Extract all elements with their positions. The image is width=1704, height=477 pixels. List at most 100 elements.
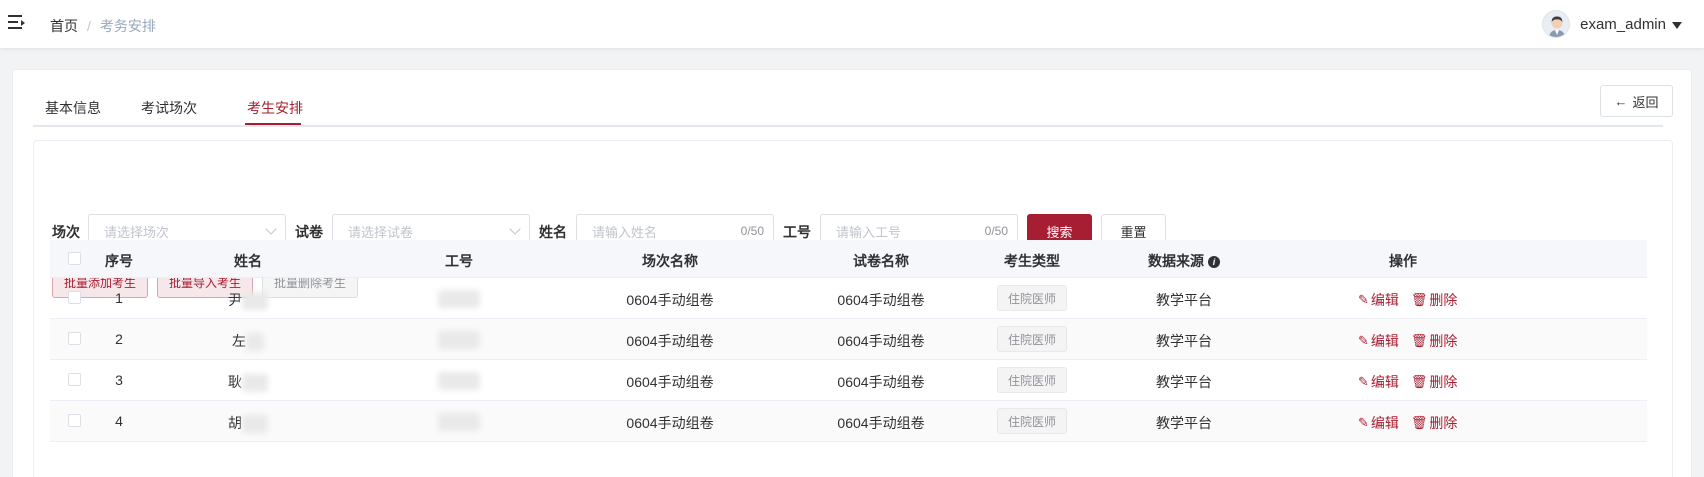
row-source: 教学平台 bbox=[1156, 292, 1212, 308]
row-session: 0604手动组卷 bbox=[626, 292, 714, 308]
redacted-staff-id bbox=[438, 331, 480, 350]
trash-icon: 🗑 bbox=[1410, 292, 1428, 307]
breadcrumb-home[interactable]: 首页 bbox=[50, 16, 78, 36]
row-type-tag: 住院医师 bbox=[996, 285, 1068, 311]
column-header-paper: 试卷名称 bbox=[853, 253, 909, 269]
edit-button[interactable]: ✎ 编辑 bbox=[1358, 413, 1399, 433]
edit-icon: ✎ bbox=[1358, 415, 1369, 430]
row-name-text: 胡 bbox=[228, 415, 242, 431]
delete-button[interactable]: 🗑 删除 bbox=[1411, 331, 1458, 351]
table-row: 2 左 0604手动组卷 0604手动组卷 住院医师 教学平台 ✎ 编辑 🗑 删除 bbox=[50, 319, 1647, 360]
paper-select-placeholder: 请选择试卷 bbox=[348, 224, 414, 240]
tab-exam-sessions[interactable]: 考试场次 bbox=[141, 98, 197, 118]
row-staff-id bbox=[438, 372, 480, 391]
staff-id-char-count: 0/50 bbox=[984, 224, 1008, 238]
row-actions: ✎ 编辑 🗑 删除 bbox=[1358, 331, 1457, 351]
row-paper: 0604手动组卷 bbox=[837, 292, 925, 308]
paper-filter-label: 试卷 bbox=[295, 224, 323, 240]
row-index: 2 bbox=[115, 331, 123, 347]
table-header: 序号 姓名 工号 场次名称 试卷名称 考生类型 数据来源 i 操作 bbox=[50, 240, 1647, 278]
row-type-tag: 住院医师 bbox=[996, 326, 1068, 352]
sidebar-toggle-icon[interactable] bbox=[8, 14, 26, 32]
row-checkbox[interactable] bbox=[68, 414, 81, 427]
column-header-name: 姓名 bbox=[234, 253, 262, 269]
delete-button[interactable]: 🗑 删除 bbox=[1411, 372, 1458, 392]
row-index: 1 bbox=[115, 290, 123, 306]
redacted-staff-id bbox=[438, 290, 480, 309]
row-name-text: 左 bbox=[232, 333, 246, 349]
active-tab-indicator bbox=[245, 123, 301, 125]
column-header-source: 数据来源 i bbox=[1148, 251, 1220, 271]
name-char-count: 0/50 bbox=[740, 224, 764, 238]
edit-label: 编辑 bbox=[1370, 292, 1399, 308]
trash-icon: 🗑 bbox=[1410, 333, 1428, 348]
tab-basic-info[interactable]: 基本信息 bbox=[45, 98, 101, 118]
chevron-down-icon bbox=[509, 223, 521, 235]
row-checkbox[interactable] bbox=[68, 373, 81, 386]
table-row: 3 耿 0604手动组卷 0604手动组卷 住院医师 教学平台 ✎ 编辑 🗑 删除 bbox=[50, 360, 1647, 401]
username: exam_admin bbox=[1580, 15, 1666, 33]
edit-button[interactable]: ✎ 编辑 bbox=[1358, 372, 1399, 392]
delete-label: 删除 bbox=[1429, 374, 1458, 390]
edit-label: 编辑 bbox=[1370, 374, 1399, 390]
row-staff-id bbox=[438, 331, 480, 350]
row-checkbox[interactable] bbox=[68, 291, 81, 304]
staff-id-input-placeholder: 请输入工号 bbox=[836, 224, 902, 240]
edit-icon: ✎ bbox=[1358, 374, 1369, 389]
redacted-name bbox=[242, 292, 268, 311]
row-index: 3 bbox=[115, 372, 123, 388]
session-filter-label: 场次 bbox=[52, 224, 80, 240]
redacted-staff-id bbox=[438, 413, 480, 432]
edit-icon: ✎ bbox=[1358, 292, 1369, 307]
delete-label: 删除 bbox=[1429, 333, 1458, 349]
redacted-name bbox=[246, 333, 264, 352]
redacted-name bbox=[242, 415, 268, 434]
column-header-source-label: 数据来源 bbox=[1148, 253, 1204, 269]
breadcrumb-current: 考务安排 bbox=[99, 18, 156, 34]
edit-label: 编辑 bbox=[1370, 333, 1399, 349]
user-menu[interactable]: exam_admin bbox=[1542, 10, 1682, 38]
column-header-actions: 操作 bbox=[1389, 253, 1417, 269]
back-button[interactable]: ← 返回 bbox=[1600, 85, 1673, 117]
row-session: 0604手动组卷 bbox=[626, 333, 714, 349]
row-type-tag: 住院医师 bbox=[996, 367, 1068, 393]
row-name-text: 耿 bbox=[228, 374, 242, 390]
row-paper: 0604手动组卷 bbox=[837, 333, 925, 349]
row-name: 耿 bbox=[228, 372, 268, 393]
row-source: 教学平台 bbox=[1156, 333, 1212, 349]
tab-candidate-arrangement[interactable]: 考生安排 bbox=[247, 98, 303, 118]
row-paper: 0604手动组卷 bbox=[837, 374, 925, 390]
redacted-staff-id bbox=[438, 372, 480, 391]
select-all-checkbox[interactable] bbox=[68, 252, 81, 265]
row-session: 0604手动组卷 bbox=[626, 374, 714, 390]
row-name: 左 bbox=[232, 331, 264, 352]
delete-button[interactable]: 🗑 删除 bbox=[1411, 290, 1458, 310]
row-checkbox[interactable] bbox=[68, 332, 81, 345]
row-staff-id bbox=[438, 413, 480, 432]
row-paper: 0604手动组卷 bbox=[837, 415, 925, 431]
session-select-placeholder: 请选择场次 bbox=[104, 224, 170, 240]
redacted-name bbox=[242, 374, 268, 393]
edit-icon: ✎ bbox=[1358, 333, 1369, 348]
row-name-text: 尹 bbox=[228, 292, 242, 308]
name-filter-label: 姓名 bbox=[539, 224, 567, 240]
delete-button[interactable]: 🗑 删除 bbox=[1411, 413, 1458, 433]
arrow-left-icon: ← bbox=[1614, 93, 1628, 109]
edit-button[interactable]: ✎ 编辑 bbox=[1358, 331, 1399, 351]
main-card: 基本信息 考试场次 考生安排 ← 返回 场次 请选择场次 试卷 请选择试卷 姓名… bbox=[12, 69, 1692, 477]
column-header-staff-id: 工号 bbox=[445, 253, 473, 269]
edit-label: 编辑 bbox=[1370, 415, 1399, 431]
breadcrumb-separator: / bbox=[87, 18, 91, 34]
row-source: 教学平台 bbox=[1156, 374, 1212, 390]
row-name: 尹 bbox=[228, 290, 268, 311]
top-navbar: 首页 / 考务安排 exam_admin bbox=[0, 0, 1704, 48]
row-staff-id bbox=[438, 290, 480, 309]
table-row: 1 尹 0604手动组卷 0604手动组卷 住院医师 教学平台 ✎ 编辑 🗑 删除 bbox=[50, 278, 1647, 319]
candidate-table: 序号 姓名 工号 场次名称 试卷名称 考生类型 数据来源 i 操作 1 尹 060… bbox=[50, 240, 1647, 442]
trash-icon: 🗑 bbox=[1410, 415, 1428, 430]
avatar bbox=[1542, 10, 1571, 38]
table-row: 4 胡 0604手动组卷 0604手动组卷 住院医师 教学平台 ✎ 编辑 🗑 删除 bbox=[50, 401, 1647, 442]
edit-button[interactable]: ✎ 编辑 bbox=[1358, 290, 1399, 310]
delete-label: 删除 bbox=[1429, 415, 1458, 431]
info-icon[interactable]: i bbox=[1208, 256, 1220, 268]
